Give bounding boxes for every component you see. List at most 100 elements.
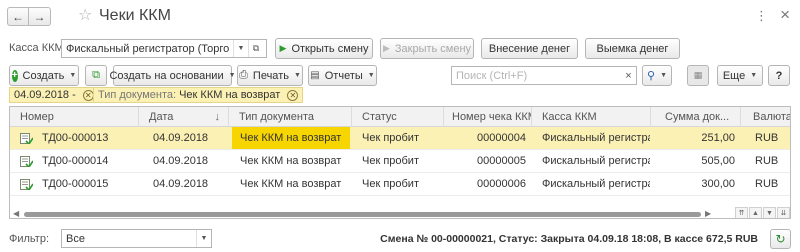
- kkm-value: Фискальный регистратор (Торговый з: [66, 42, 230, 55]
- cell-kkm: Фискальный регистрат...: [542, 178, 650, 190]
- posted-document-icon: [20, 156, 33, 167]
- column-header-status[interactable]: Статус: [352, 107, 444, 127]
- scroll-up-icon[interactable]: ▲: [749, 207, 762, 218]
- page-title: Чеки ККМ: [99, 7, 171, 24]
- filter-label: Фильтр:: [9, 233, 50, 245]
- dropdown-caret-icon: ▼: [228, 72, 236, 79]
- create-based-button[interactable]: Создать на основании ▼: [109, 65, 236, 86]
- cell-number: ТД00-000014: [42, 155, 109, 167]
- scroll-bottom-icon[interactable]: ⇊: [777, 207, 790, 218]
- close-shift-button[interactable]: ▶ Закрыть смену: [380, 38, 474, 59]
- help-button[interactable]: ?: [768, 65, 790, 86]
- scroll-down-icon[interactable]: ▼: [763, 207, 776, 218]
- cell-status: Чек пробит: [362, 155, 419, 167]
- search-button[interactable]: ⚲ ▼: [642, 65, 672, 86]
- forward-button[interactable]: →: [29, 7, 51, 26]
- dropdown-caret-icon: ▼: [293, 72, 301, 79]
- column-header-currency[interactable]: Валюта: [741, 107, 790, 127]
- cell-doctype: Чек ККМ на возврат: [232, 127, 350, 149]
- search-input[interactable]: Поиск (Ctrl+F) ×: [451, 66, 637, 85]
- cell-currency: RUB: [755, 132, 779, 144]
- column-header-date[interactable]: Дата ↓: [139, 107, 229, 127]
- cell-check-no: 00000005: [477, 155, 526, 167]
- deposit-button[interactable]: Внесение денег: [481, 38, 578, 59]
- scroll-right-icon[interactable]: ▶: [705, 209, 711, 218]
- shift-status-text: Смена № 00-00000021, Статус: Закрыта 04.…: [380, 233, 758, 245]
- dropdown-caret-icon: ▼: [367, 72, 375, 79]
- table-row[interactable]: ТД00-000013 04.09.2018 Чек ККМ на возвра…: [10, 127, 790, 150]
- column-header-doctype[interactable]: Тип документа: [229, 107, 352, 127]
- table-row[interactable]: ТД00-000014 04.09.2018 Чек ККМ на возвра…: [10, 150, 790, 173]
- cell-status: Чек пробит: [362, 132, 419, 144]
- cell-status: Чек пробит: [362, 178, 419, 190]
- kkm-select[interactable]: Фискальный регистратор (Торговый з ▼ ⧉: [61, 39, 267, 58]
- play-icon-disabled: ▶: [382, 43, 390, 53]
- chevron-down-icon[interactable]: ▼: [233, 40, 248, 57]
- dropdown-caret-icon: ▼: [69, 72, 77, 79]
- cell-check-no: 00000004: [477, 132, 526, 144]
- cell-sum: 300,00: [701, 178, 735, 190]
- horizontal-scrollbar[interactable]: ◀ ▶: [10, 208, 790, 218]
- cell-check-no: 00000006: [477, 178, 526, 190]
- cell-date: 04.09.2018: [153, 178, 209, 190]
- star-icon[interactable]: ☆: [78, 7, 92, 25]
- column-header-check-no[interactable]: Номер чека ККМ: [444, 107, 532, 127]
- refresh-button[interactable]: ↻: [770, 229, 791, 249]
- create-button[interactable]: + Создать ▼: [9, 65, 79, 86]
- table-nav-tools: ⇈ ▲ ▼ ⇊: [734, 207, 790, 218]
- column-header-kkm[interactable]: Касса ККМ: [532, 107, 651, 127]
- sort-down-icon: ↓: [214, 111, 221, 123]
- arrow-right-icon: →: [33, 9, 46, 24]
- copy-icon: ⧉: [92, 69, 100, 81]
- cell-number: ТД00-000013: [42, 132, 109, 144]
- documents-table: Номер Дата ↓ Тип документа Статус Номер …: [9, 106, 791, 219]
- filter-tag-doctype[interactable]: Тип документа: Чек ККМ на возврат ✕: [93, 87, 304, 103]
- cell-sum: 251,00: [701, 132, 735, 144]
- play-icon: ▶: [279, 43, 287, 53]
- cell-sum: 505,00: [701, 155, 735, 167]
- back-button[interactable]: ←: [7, 7, 29, 26]
- report-icon: ▤: [310, 70, 320, 81]
- column-header-number[interactable]: Номер: [10, 107, 139, 127]
- printer-icon: ⎙: [239, 69, 248, 81]
- copy-button[interactable]: ⧉: [85, 65, 107, 86]
- list-settings-icon: ▦: [693, 70, 703, 80]
- cell-date: 04.09.2018: [153, 132, 209, 144]
- chevron-down-icon[interactable]: ▼: [196, 230, 211, 247]
- kkm-label: Касса ККМ:: [9, 42, 67, 54]
- filter-select[interactable]: Все ▼: [61, 229, 212, 248]
- arrow-left-icon: ←: [12, 9, 24, 24]
- scroll-left-icon[interactable]: ◀: [13, 209, 19, 218]
- table-row[interactable]: ТД00-000015 04.09.2018 Чек ККМ на возвра…: [10, 173, 790, 196]
- cell-number: ТД00-000015: [42, 178, 109, 190]
- cell-currency: RUB: [755, 178, 779, 190]
- search-icon: ⚲: [647, 70, 656, 82]
- cell-doctype: Чек ККМ на возврат: [240, 178, 342, 190]
- refresh-icon: ↻: [775, 232, 786, 246]
- column-header-sum[interactable]: Сумма док...: [651, 107, 741, 127]
- cell-currency: RUB: [755, 155, 779, 167]
- cell-date: 04.09.2018: [153, 155, 209, 167]
- add-icon: +: [11, 69, 18, 82]
- more-vertical-icon[interactable]: ⋮: [755, 8, 768, 24]
- table-header: Номер Дата ↓ Тип документа Статус Номер …: [10, 107, 790, 127]
- posted-document-icon: [20, 133, 33, 144]
- cell-kkm: Фискальный регистрат...: [542, 155, 650, 167]
- cell-doctype: Чек ККМ на возврат: [240, 155, 342, 167]
- scrollbar-thumb[interactable]: [24, 212, 701, 217]
- cell-kkm: Фискальный регистрат...: [542, 132, 650, 144]
- open-link-icon[interactable]: ⧉: [248, 40, 263, 57]
- close-icon[interactable]: ×: [780, 5, 790, 25]
- clear-search-icon[interactable]: ×: [621, 67, 636, 84]
- dropdown-caret-icon: ▼: [750, 72, 758, 79]
- more-button[interactable]: Еще ▼: [717, 65, 763, 86]
- list-settings-button[interactable]: ▦: [687, 65, 709, 86]
- reports-button[interactable]: ▤ Отчеты ▼: [308, 65, 377, 86]
- scroll-top-icon[interactable]: ⇈: [735, 207, 748, 218]
- filter-tag-date[interactable]: 04.09.2018 - ✕: [9, 87, 99, 103]
- open-shift-button[interactable]: ▶ Открыть смену: [275, 38, 373, 59]
- withdraw-button[interactable]: Выемка денег: [585, 38, 680, 59]
- print-button[interactable]: ⎙ Печать ▼: [237, 65, 303, 86]
- remove-filter-icon[interactable]: ✕: [287, 89, 299, 101]
- posted-document-icon: [20, 179, 33, 190]
